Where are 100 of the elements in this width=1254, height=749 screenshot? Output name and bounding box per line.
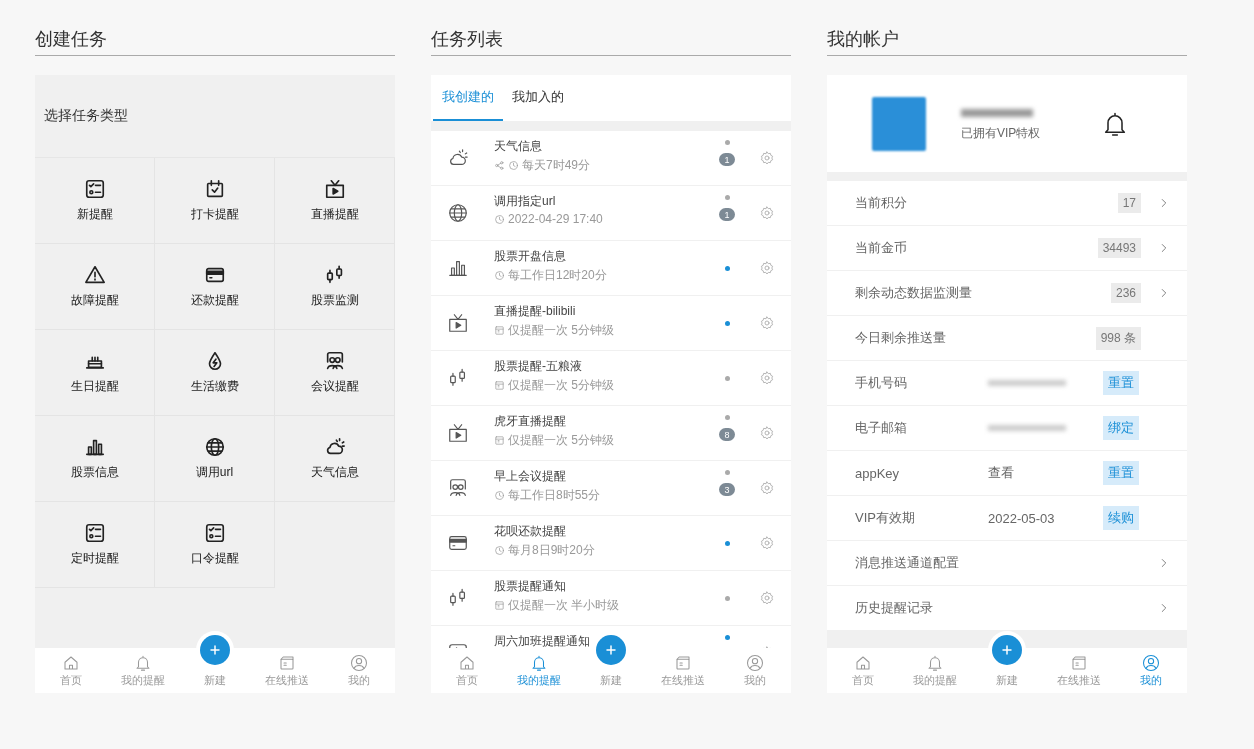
task-type-label: 口令提醒: [190, 550, 239, 567]
row-label: VIP有效期: [855, 509, 916, 527]
task-row[interactable]: 天气信息 每天7时49分 1: [431, 131, 791, 185]
count-badge: 8: [719, 428, 735, 441]
nav-tab[interactable]: 我的提醒: [503, 648, 575, 693]
tab[interactable]: 我加入的: [503, 75, 573, 121]
account-row[interactable]: 今日剩余推送量 998 条: [827, 316, 1187, 360]
avatar-placeholder: [872, 96, 926, 151]
inbox-icon: [278, 654, 296, 672]
task-type-tile[interactable]: 会议提醒: [275, 330, 395, 416]
home-icon: [854, 654, 872, 672]
row-label: 当前金币: [855, 239, 908, 257]
screen-title: 选择任务类型: [43, 106, 129, 125]
value-chip: 17: [1117, 193, 1141, 213]
task-row[interactable]: 调用指定url 2022-04-29 17:40 1: [431, 186, 791, 240]
home-icon: [458, 654, 476, 672]
count-badge: 1: [719, 208, 735, 221]
task-type-label: 新提醒: [76, 206, 113, 223]
task-row[interactable]: 花呗还款提醒 每月8日9时20分: [431, 516, 791, 570]
section-heading: 创建任务: [35, 26, 395, 56]
settings-icon[interactable]: [759, 535, 775, 551]
task-schedule: 每天7时49分: [522, 157, 591, 174]
section-heading: 任务列表: [431, 26, 791, 56]
task-row[interactable]: 周六加班提醒通知: [431, 626, 791, 648]
nav-tab[interactable]: 我的: [1115, 648, 1187, 693]
row-label: 当前积分: [855, 194, 908, 212]
settings-icon[interactable]: [759, 260, 775, 276]
plus-icon: [207, 642, 223, 658]
account-row[interactable]: 消息推送通道配置: [827, 541, 1187, 585]
tab[interactable]: 我创建的: [433, 75, 503, 121]
account-row[interactable]: 电子邮箱 绑定: [827, 406, 1187, 450]
row-label: appKey: [855, 465, 901, 481]
task-type-label: 生日提醒: [70, 378, 119, 395]
task-type-tile[interactable]: 生日提醒: [35, 330, 155, 416]
task-row[interactable]: 股票开盘信息 每工作日12时20分: [431, 241, 791, 295]
task-row[interactable]: 早上会议提醒 每工作日8时55分 3: [431, 461, 791, 515]
settings-icon[interactable]: [759, 205, 775, 221]
task-title: 天气信息: [494, 139, 543, 154]
person-icon: [746, 654, 764, 672]
task-title: 直播提醒-bilibili: [494, 304, 577, 319]
task-type-label: 股票信息: [70, 464, 119, 481]
add-button[interactable]: [992, 635, 1022, 665]
task-type-tile[interactable]: 股票信息: [35, 416, 155, 502]
task-row[interactable]: 股票提醒-五粮液 仅提醒一次 5分钟级: [431, 351, 791, 405]
task-row[interactable]: 直播提醒-bilibili 仅提醒一次 5分钟级: [431, 296, 791, 350]
task-title: 早上会议提醒: [494, 469, 567, 484]
settings-icon[interactable]: [759, 315, 775, 331]
settings-icon[interactable]: [759, 370, 775, 386]
task-type-tile[interactable]: 直播提醒: [275, 158, 395, 244]
task-type-tile[interactable]: 故障提醒: [35, 244, 155, 330]
account-row[interactable]: VIP有效期 2022-05-03 续购: [827, 496, 1187, 540]
task-type-tile[interactable]: 调用url: [155, 416, 275, 502]
account-row[interactable]: 当前积分 17: [827, 181, 1187, 225]
settings-icon[interactable]: [759, 590, 775, 606]
task-type-tile[interactable]: 还款提醒: [155, 244, 275, 330]
task-type-label: 故障提醒: [70, 292, 119, 309]
task-title: 股票提醒通知: [494, 579, 567, 594]
task-type-tile[interactable]: 口令提醒: [155, 502, 275, 588]
task-schedule: 仅提醒一次 5分钟级: [508, 377, 614, 394]
task-schedule: 仅提醒一次 半小时级: [508, 597, 620, 614]
meeting-icon: [447, 477, 469, 499]
row-value: 查看: [988, 464, 1014, 482]
account-row[interactable]: 历史提醒记录: [827, 586, 1187, 630]
account-row[interactable]: 当前金币 34493: [827, 226, 1187, 270]
task-row[interactable]: 股票提醒通知 仅提醒一次 半小时级: [431, 571, 791, 625]
plus-icon: [999, 642, 1015, 658]
calendar-icon: [494, 380, 505, 391]
task-title: 股票开盘信息: [494, 249, 567, 264]
add-button[interactable]: [596, 635, 626, 665]
account-row[interactable]: 剩余动态数据监测量 236: [827, 271, 1187, 315]
settings-icon[interactable]: [759, 150, 775, 166]
clock-icon: [494, 213, 505, 225]
task-schedule: 每工作日8时55分: [508, 487, 601, 504]
blurred-text: [961, 109, 1033, 117]
task-type-tile[interactable]: 生活缴费: [155, 330, 275, 416]
value-chip: 236: [1110, 283, 1141, 303]
task-type-tile[interactable]: 股票监测: [275, 244, 395, 330]
task-type-tile[interactable]: 天气信息: [275, 416, 395, 502]
task-schedule: 2022-04-29 17:40: [508, 212, 603, 226]
task-type-tile[interactable]: 定时提醒: [35, 502, 155, 588]
add-button[interactable]: [200, 635, 230, 665]
task-type-tile[interactable]: 打卡提醒: [155, 158, 275, 244]
calendar-icon: [494, 325, 505, 336]
task-type-tile[interactable]: 新提醒: [35, 158, 155, 244]
task-title: 股票提醒-五粮液: [494, 359, 583, 374]
task-schedule: 每月8日9时20分: [508, 542, 595, 559]
account-row[interactable]: appKey 查看 重置: [827, 451, 1187, 495]
person-icon: [350, 654, 368, 672]
account-row[interactable]: 手机号码 重置: [827, 361, 1187, 405]
tv-icon: [323, 178, 346, 200]
task-type-label: 股票监测: [310, 292, 359, 309]
task-row[interactable]: 虎牙直播提醒 仅提醒一次 5分钟级 8: [431, 406, 791, 460]
task-type-label: 直播提醒: [310, 206, 359, 223]
settings-icon[interactable]: [759, 425, 775, 441]
row-label: 剩余动态数据监测量: [855, 284, 973, 302]
settings-icon[interactable]: [759, 480, 775, 496]
tv-icon: [447, 422, 469, 444]
task-type-label: 打卡提醒: [190, 206, 239, 223]
value-chip: 998 条: [1095, 326, 1141, 350]
home-icon: [62, 654, 80, 672]
